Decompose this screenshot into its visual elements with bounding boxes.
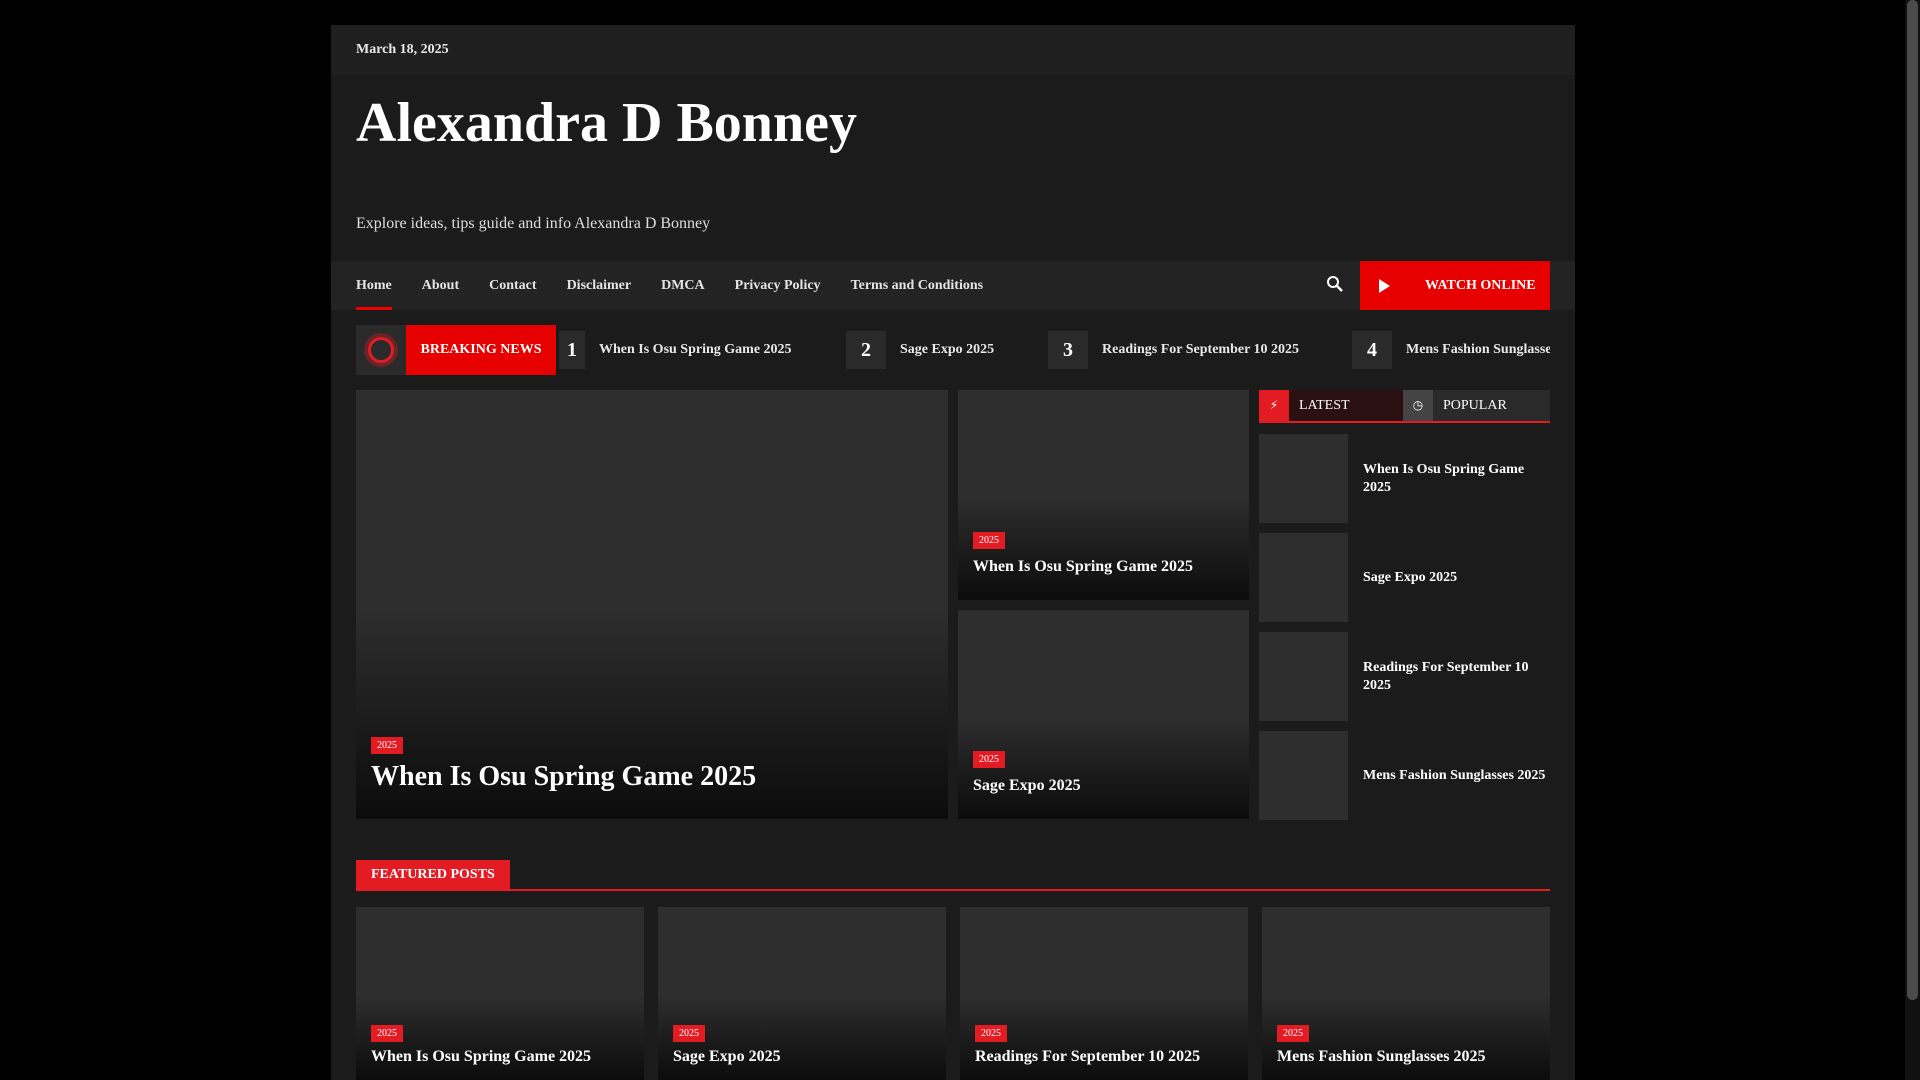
post-thumbnail[interactable] bbox=[1259, 533, 1348, 622]
ticker-number: 2 bbox=[846, 331, 886, 369]
current-date: March 18, 2025 bbox=[356, 42, 449, 57]
sidebar-post[interactable]: Readings For September 10 2025 bbox=[1259, 632, 1550, 721]
ticker-number: 3 bbox=[1048, 331, 1088, 369]
post-title[interactable]: Sage Expo 2025 bbox=[973, 777, 1081, 795]
play-icon bbox=[1379, 278, 1390, 293]
tab-popular[interactable]: ◷ POPULAR bbox=[1403, 390, 1550, 421]
post-thumbnail[interactable] bbox=[1259, 731, 1348, 820]
live-pulse-icon bbox=[356, 325, 406, 375]
clock-icon: ◷ bbox=[1403, 390, 1433, 421]
nav-disclaimer[interactable]: Disclaimer bbox=[567, 261, 632, 310]
post-category-badge[interactable]: 2025 bbox=[973, 751, 1005, 768]
tab-latest-label: LATEST bbox=[1299, 397, 1350, 413]
ticker-item[interactable]: 3 Readings For September 10 2025 bbox=[1048, 331, 1299, 369]
watch-online-button[interactable]: WATCH ONLINE bbox=[1360, 261, 1550, 310]
site-title[interactable]: Alexandra D Bonney bbox=[356, 95, 876, 152]
ticker-title: Mens Fashion Sunglasses 2025 bbox=[1406, 342, 1550, 357]
sidebar-tabs: ⚡︎ LATEST ◷ POPULAR bbox=[1259, 390, 1550, 423]
top-bar: March 18, 2025 bbox=[331, 25, 1575, 75]
featured-post[interactable]: 2025 Mens Fashion Sunglasses 2025 bbox=[1262, 907, 1550, 1080]
sidebar-post[interactable]: When Is Osu Spring Game 2025 bbox=[1259, 434, 1550, 523]
sidebar-post-title[interactable]: Mens Fashion Sunglasses 2025 bbox=[1363, 731, 1550, 820]
post-category-badge[interactable]: 2025 bbox=[371, 737, 403, 754]
page-wrapper: March 18, 2025 Alexandra D Bonney Explor… bbox=[331, 25, 1575, 1080]
post-category-badge[interactable]: 2025 bbox=[1277, 1025, 1309, 1042]
page-scrollbar[interactable] bbox=[1905, 0, 1920, 1080]
ticker-title: Readings For September 10 2025 bbox=[1102, 342, 1300, 357]
ticker-number: 1 bbox=[559, 331, 585, 369]
featured-posts-title: FEATURED POSTS bbox=[356, 860, 510, 889]
tab-latest[interactable]: ⚡︎ LATEST bbox=[1259, 390, 1403, 421]
nav-terms[interactable]: Terms and Conditions bbox=[851, 261, 984, 310]
site-branding: Alexandra D Bonney Explore ideas, tips g… bbox=[331, 75, 1575, 261]
grid-post[interactable]: 2025 When Is Osu Spring Game 2025 bbox=[958, 390, 1249, 600]
featured-posts-heading: FEATURED POSTS bbox=[356, 860, 1550, 891]
sidebar-post-title[interactable]: Readings For September 10 2025 bbox=[1363, 632, 1550, 721]
nav-home[interactable]: Home bbox=[356, 261, 392, 310]
post-title[interactable]: When Is Osu Spring Game 2025 bbox=[973, 558, 1193, 576]
featured-main-post[interactable]: 2025 When Is Osu Spring Game 2025 bbox=[356, 390, 948, 819]
tab-popular-label: POPULAR bbox=[1443, 397, 1507, 413]
featured-post[interactable]: 2025 When Is Osu Spring Game 2025 bbox=[356, 907, 644, 1080]
featured-post[interactable]: 2025 Sage Expo 2025 bbox=[658, 907, 946, 1080]
ticker-item[interactable]: 2 Sage Expo 2025 bbox=[846, 331, 994, 369]
sidebar-post-title[interactable]: Sage Expo 2025 bbox=[1363, 533, 1550, 622]
ticker-title: Sage Expo 2025 bbox=[900, 342, 995, 357]
search-icon[interactable] bbox=[1326, 275, 1346, 295]
post-title[interactable]: When Is Osu Spring Game 2025 bbox=[371, 761, 756, 793]
nav-about[interactable]: About bbox=[422, 261, 459, 310]
sidebar-post[interactable]: Mens Fashion Sunglasses 2025 bbox=[1259, 731, 1550, 820]
post-thumbnail[interactable] bbox=[1259, 632, 1348, 721]
watch-online-label: WATCH ONLINE bbox=[1425, 277, 1536, 293]
grid-post[interactable]: 2025 Sage Expo 2025 bbox=[958, 610, 1249, 819]
post-category-badge[interactable]: 2025 bbox=[371, 1025, 403, 1042]
sidebar-post-title[interactable]: When Is Osu Spring Game 2025 bbox=[1363, 434, 1550, 523]
post-title[interactable]: Sage Expo 2025 bbox=[673, 1048, 781, 1066]
scrollbar-thumb[interactable] bbox=[1907, 0, 1918, 1000]
post-title[interactable]: Readings For September 10 2025 bbox=[975, 1048, 1200, 1066]
nav-privacy-policy[interactable]: Privacy Policy bbox=[735, 261, 821, 310]
site-tagline: Explore ideas, tips guide and info Alexa… bbox=[356, 215, 711, 232]
nav-contact[interactable]: Contact bbox=[489, 261, 536, 310]
ticker-item[interactable]: 4 Mens Fashion Sunglasses 2025 bbox=[1352, 331, 1550, 369]
post-title[interactable]: When Is Osu Spring Game 2025 bbox=[371, 1048, 591, 1066]
featured-post[interactable]: 2025 Readings For September 10 2025 bbox=[960, 907, 1248, 1080]
post-thumbnail[interactable] bbox=[1259, 434, 1348, 523]
post-category-badge[interactable]: 2025 bbox=[975, 1025, 1007, 1042]
breaking-news-label: BREAKING NEWS bbox=[406, 325, 556, 375]
featured-posts-section: FEATURED POSTS 2025 When Is Osu Spring G… bbox=[331, 835, 1575, 1080]
ticker-number: 4 bbox=[1352, 331, 1392, 369]
bolt-icon: ⚡︎ bbox=[1259, 390, 1289, 421]
ticker-title: When Is Osu Spring Game 2025 bbox=[599, 342, 792, 357]
post-category-badge[interactable]: 2025 bbox=[973, 532, 1005, 549]
post-title[interactable]: Mens Fashion Sunglasses 2025 bbox=[1277, 1048, 1486, 1066]
nav-dmca[interactable]: DMCA bbox=[661, 261, 705, 310]
post-category-badge[interactable]: 2025 bbox=[673, 1025, 705, 1042]
ticker-item[interactable]: 1 When Is Osu Spring Game 2025 bbox=[559, 331, 792, 369]
sidebar-post[interactable]: Sage Expo 2025 bbox=[1259, 533, 1550, 622]
main-navigation: Home About Contact Disclaimer DMCA Priva… bbox=[331, 261, 1575, 310]
breaking-news-ticker: BREAKING NEWS 1 When Is Osu Spring Game … bbox=[356, 325, 1550, 375]
